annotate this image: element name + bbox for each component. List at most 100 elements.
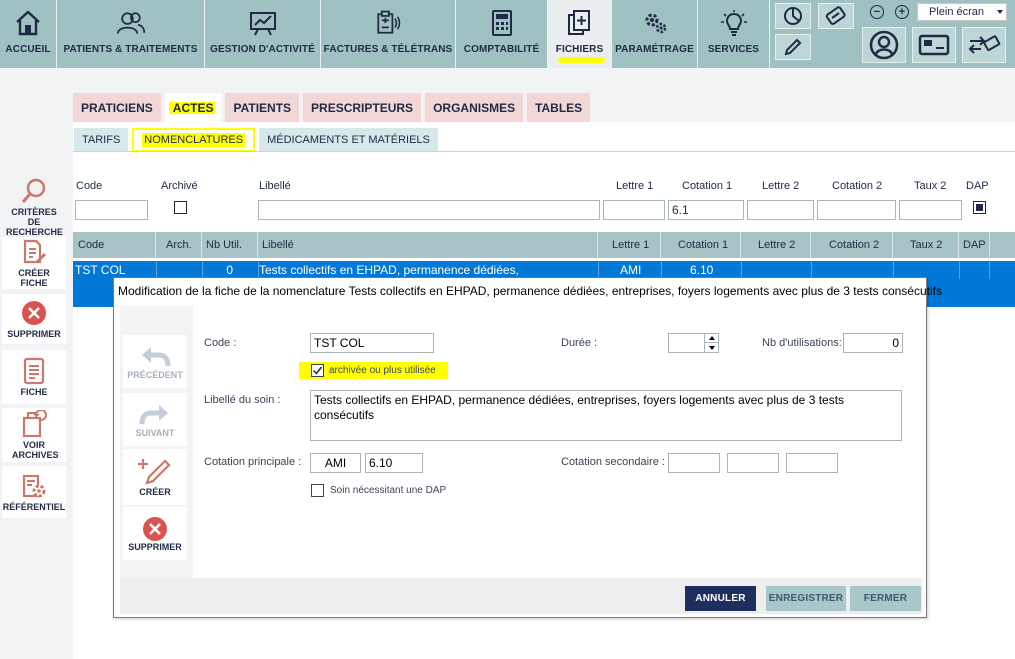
zoom-out-button[interactable]: − <box>870 5 884 19</box>
search-archive-label: Archivé <box>161 180 198 192</box>
col-nb-util[interactable]: Nb Util. <box>203 232 258 258</box>
previous-button[interactable]: PRÉCÉDENT <box>123 335 187 388</box>
create-pencil-icon <box>138 459 171 485</box>
tool-user-account[interactable] <box>862 27 906 63</box>
nav-gestion[interactable]: GESTION D'ACTIVITÉ <box>205 0 321 68</box>
tool-edit[interactable] <box>775 34 811 60</box>
sub-tabs: TARIFS NOMENCLATURES MÉDICAMENTS ET MATÉ… <box>74 128 438 152</box>
search-cotation2-input[interactable] <box>817 200 896 220</box>
tab-organismes[interactable]: ORGANISMES <box>425 93 524 122</box>
tab-patients-label: PATIENTS <box>233 100 292 115</box>
tool-pie-chart[interactable] <box>775 3 811 29</box>
col-cotation2[interactable]: Cotation 2 <box>812 232 893 258</box>
create-button[interactable]: CRÉER <box>123 449 187 505</box>
dialog-title: Modification de la fiche de la nomenclat… <box>118 284 942 298</box>
previous-label: PRÉCÉDENT <box>127 369 183 380</box>
search-criteria-label: CRITÈRES DE RECHERCHE <box>6 207 64 237</box>
search-libelle-input[interactable] <box>258 200 600 220</box>
users-icon <box>116 8 146 38</box>
tab-tables[interactable]: TABLES <box>527 93 591 122</box>
nav-comptabilite[interactable]: COMPTABILITÉ <box>456 0 548 68</box>
search-archive-checkbox[interactable] <box>174 201 187 214</box>
user-circle-icon <box>869 30 899 60</box>
check-icon <box>312 366 323 375</box>
row-dap <box>960 261 990 279</box>
tool-card-transfer[interactable] <box>962 27 1006 63</box>
col-lettre2[interactable]: Lettre 2 <box>742 232 811 258</box>
search-lettre2-input[interactable] <box>747 200 814 220</box>
chevron-up-icon <box>708 336 715 340</box>
tab-patients[interactable]: PATIENTS <box>225 93 300 122</box>
delete-button[interactable]: SUPPRIMER <box>2 294 66 344</box>
nav-factures[interactable]: FACTURES & TÉLÉTRANS <box>321 0 456 68</box>
nav-accueil[interactable]: ACCUEIL <box>0 0 57 68</box>
libelle-textarea[interactable]: Tests collectifs en EHPAD, permanence dé… <box>310 390 902 441</box>
tool-card-edit[interactable] <box>818 3 854 29</box>
save-button[interactable]: ENREGISTRER <box>766 586 846 611</box>
stepper-down-button[interactable] <box>704 343 718 352</box>
col-lettre1[interactable]: Lettre 1 <box>599 232 661 258</box>
tab-prescripteurs[interactable]: PRESCRIPTEURS <box>303 93 422 122</box>
dap-label: Soin nécessitant une DAP <box>330 485 447 496</box>
col-arch[interactable]: Arch. <box>157 232 202 258</box>
cancel-button[interactable]: ANNULER <box>685 586 756 611</box>
search-dap-checkbox[interactable] <box>973 201 986 214</box>
create-sheet-button[interactable]: CRÉER FICHE <box>2 237 66 289</box>
nav-gestion-label: GESTION D'ACTIVITÉ <box>210 44 315 55</box>
view-archives-label: VOIR ARCHIVES <box>12 440 59 460</box>
main-tabs: PRATICIENS ACTES PATIENTS PRESCRIPTEURS … <box>73 93 591 122</box>
cotation-secondaire-letter[interactable] <box>668 453 720 473</box>
next-button[interactable]: SUIVANT <box>123 393 187 446</box>
col-cotation1[interactable]: Cotation 1 <box>662 232 741 258</box>
dialog-delete-button[interactable]: SUPPRIMER <box>123 507 187 560</box>
nav-fichiers-label: FICHIERS <box>555 44 604 55</box>
card-reader-icon <box>918 34 950 56</box>
tab-tarifs[interactable]: TARIFS <box>74 128 129 152</box>
invoice-transmit-icon <box>373 8 403 38</box>
referentiel-button[interactable]: RÉFÉRENTIEL <box>2 466 66 518</box>
cotation-principale-letter[interactable]: AMI <box>310 453 361 473</box>
sheet-button[interactable]: FICHE <box>2 350 66 404</box>
dialog-sidebar: PRÉCÉDENT SUIVANT CRÉER SUPPRIMER <box>120 306 193 578</box>
tab-actes[interactable]: ACTES <box>164 93 222 122</box>
search-icon <box>20 177 48 205</box>
tool-card-reader[interactable] <box>912 27 956 63</box>
col-dap[interactable]: DAP <box>960 232 990 258</box>
nav-services[interactable]: SERVICES <box>698 0 770 68</box>
pencil-icon <box>784 38 802 56</box>
col-libelle[interactable]: Libellé <box>259 232 598 258</box>
nav-fichiers[interactable]: FICHIERS <box>548 0 612 68</box>
search-taux2-input[interactable] <box>899 200 962 220</box>
stepper-up-button[interactable] <box>704 334 718 343</box>
cotation-secondaire-value[interactable] <box>727 453 779 473</box>
search-lettre1-input[interactable] <box>603 200 665 220</box>
zoom-in-button[interactable]: + <box>895 5 909 19</box>
search-criteria-button[interactable]: CRITÈRES DE RECHERCHE <box>2 178 66 237</box>
dialog-footer: ANNULER ENREGISTRER FERMER <box>120 578 922 614</box>
search-cotation1-label: Cotation 1 <box>682 180 733 192</box>
tab-praticiens[interactable]: PRATICIENS <box>73 93 161 122</box>
zoom-out-label: − <box>873 6 881 18</box>
nb-utilisations-input[interactable]: 0 <box>843 333 903 353</box>
calculator-icon <box>487 8 517 38</box>
tab-nomenclatures[interactable]: NOMENCLATURES <box>132 128 256 152</box>
cotation-principale-label: Cotation principale : <box>204 456 302 468</box>
cotation-principale-value[interactable]: 6.10 <box>365 453 423 473</box>
search-code-input[interactable] <box>75 200 148 220</box>
close-button[interactable]: FERMER <box>850 586 921 611</box>
tab-medicaments[interactable]: MÉDICAMENTS ET MATÉRIELS <box>259 128 438 152</box>
archived-checkbox[interactable] <box>311 364 324 377</box>
nb-utilisations-label: Nb d'utilisations: <box>762 337 842 349</box>
col-taux2[interactable]: Taux 2 <box>894 232 959 258</box>
nav-patients[interactable]: PATIENTS & TRAITEMENTS <box>57 0 205 68</box>
delete-icon <box>20 299 48 327</box>
search-cotation1-input[interactable]: 6.1 <box>668 200 744 220</box>
view-archives-button[interactable]: VOIR ARCHIVES <box>2 408 66 462</box>
cotation-secondaire-taux[interactable] <box>786 453 838 473</box>
duree-stepper[interactable] <box>668 333 719 353</box>
fullscreen-select[interactable]: Plein écran <box>917 3 1007 21</box>
code-input[interactable]: TST COL <box>310 333 434 353</box>
dap-checkbox[interactable] <box>311 484 324 497</box>
col-code[interactable]: Code <box>73 232 156 258</box>
nav-parametrage[interactable]: PARAMÉTRAGE <box>612 0 698 68</box>
